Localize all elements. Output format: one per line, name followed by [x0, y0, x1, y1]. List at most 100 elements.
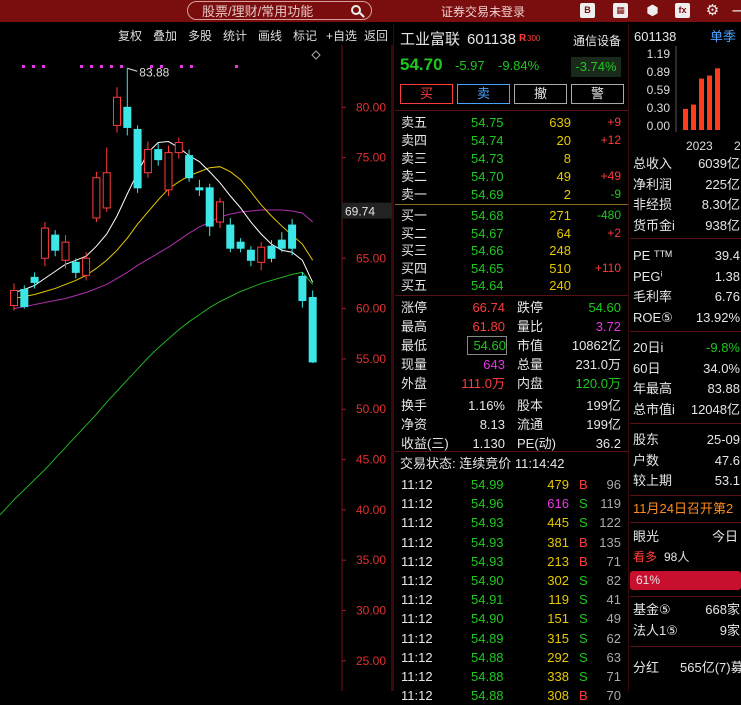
f10-label: 毛利率	[633, 289, 673, 304]
toolbar-mark[interactable]: 标记	[293, 27, 317, 44]
login-status[interactable]: 证券交易未登录	[441, 3, 525, 20]
toolbar-add-watch[interactable]: +自选	[326, 27, 357, 44]
formula-icon[interactable]: fx	[675, 3, 690, 18]
eps-bar	[715, 68, 720, 130]
cancel-order-button[interactable]: 撤	[514, 84, 567, 104]
candle[interactable]	[10, 289, 18, 307]
industry[interactable]: 通信设备	[573, 32, 621, 51]
tick-side: S	[579, 515, 588, 531]
candle[interactable]	[267, 245, 276, 259]
candle[interactable]	[30, 276, 39, 283]
tick-count: 41	[606, 592, 621, 608]
candle[interactable]	[20, 288, 29, 308]
grid-icon[interactable]: ▦	[613, 3, 628, 18]
gear-icon[interactable]: ⚙	[705, 3, 720, 18]
candle[interactable]	[205, 187, 214, 227]
candle[interactable]	[298, 275, 307, 302]
tick-count: 119	[600, 496, 621, 512]
candle[interactable]	[143, 149, 152, 174]
candle[interactable]	[113, 96, 121, 126]
ask-label: 卖四	[401, 133, 428, 148]
eps-year-2: 2	[734, 139, 741, 153]
tick-volume: 119	[548, 592, 569, 608]
candle[interactable]	[195, 187, 204, 191]
alert-button[interactable]: 警	[571, 84, 624, 104]
current-price-label: 69.74	[345, 205, 375, 219]
candle[interactable]	[308, 297, 317, 363]
tick-price: 54.88	[471, 688, 504, 704]
candle[interactable]	[174, 142, 183, 154]
tick-count: 71	[606, 553, 621, 569]
tick-count: 96	[606, 477, 621, 492]
candle[interactable]	[71, 261, 80, 273]
f10-value: 8.30亿	[701, 197, 740, 212]
toolbar-back[interactable]: 返回	[364, 27, 388, 44]
f10-label: 股东	[633, 432, 660, 447]
trade-icon[interactable]: B	[580, 3, 595, 18]
candle[interactable]	[154, 149, 163, 161]
search-box[interactable]: 股票/理财/常用功能	[187, 1, 372, 20]
tick-count: 49	[606, 611, 621, 627]
candle[interactable]	[51, 234, 60, 251]
f10-value: 53.1	[714, 473, 740, 488]
candle[interactable]	[277, 239, 286, 249]
toolbar-draw[interactable]: 画线	[258, 27, 282, 44]
cube-icon[interactable]: ⬢	[645, 3, 660, 18]
bull-label: 看多	[633, 550, 658, 564]
tick-time: 11:12	[401, 592, 433, 608]
notice-banner[interactable]: 11月24日召开第2	[633, 499, 733, 518]
tick-price: 54.90	[471, 611, 504, 627]
candle[interactable]	[257, 246, 266, 263]
minimize-icon[interactable]: —	[731, 3, 741, 18]
candle[interactable]	[61, 241, 70, 261]
tick-price: 54.89	[471, 630, 504, 646]
bid-label: 买四	[401, 260, 428, 276]
candle[interactable]	[92, 177, 101, 219]
tick-price: 54.93	[471, 534, 504, 550]
stat-value: 643	[483, 357, 505, 372]
search-icon[interactable]	[351, 5, 361, 15]
toolbar-stats[interactable]: 统计	[223, 27, 247, 44]
candle[interactable]	[216, 201, 224, 223]
f10-value: 34.0%	[703, 360, 740, 376]
tick-price: 54.88	[471, 649, 504, 665]
candle[interactable]	[246, 249, 255, 261]
bid-label: 买三	[401, 243, 428, 259]
candle[interactable]	[288, 224, 297, 249]
candle[interactable]	[102, 172, 111, 209]
signal-dot	[190, 65, 193, 68]
stat-label: 换手	[401, 398, 428, 413]
candle[interactable]	[236, 241, 245, 249]
stat-label: 涨停	[401, 300, 428, 315]
candle[interactable]	[82, 257, 91, 276]
ask-price: 54.74	[471, 133, 504, 148]
ask-volume: 2	[563, 187, 571, 202]
candle[interactable]	[123, 106, 132, 128]
tab-quarterly[interactable]: 单季	[710, 27, 736, 46]
candle[interactable]	[133, 128, 142, 189]
bid-volume: 248	[549, 243, 571, 259]
toolbar-multi[interactable]: 多股	[188, 27, 212, 44]
candle[interactable]	[226, 224, 235, 249]
signal-dot	[120, 65, 123, 68]
tick-count: 63	[606, 649, 621, 665]
dividend-label: 分红	[633, 660, 660, 675]
tick-count: 122	[599, 515, 621, 531]
buy-button[interactable]: 买	[400, 84, 453, 104]
eps-bar	[707, 75, 712, 130]
candle[interactable]	[40, 227, 49, 259]
ask-volume: 639	[549, 115, 571, 130]
stat-value: 199亿	[586, 417, 621, 433]
candle[interactable]	[164, 152, 173, 191]
price-change: -5.97	[455, 58, 485, 73]
diamond-icon[interactable]	[311, 50, 321, 60]
tick-time: 11:12	[401, 611, 433, 627]
sell-button[interactable]: 卖	[457, 84, 510, 104]
tick-side: S	[579, 611, 588, 627]
f10-label: 总收入	[633, 156, 673, 171]
toolbar-overlay[interactable]: 叠加	[153, 27, 177, 44]
kline-chart[interactable]: 80.0075.0070.0065.0060.0055.0050.0045.00…	[0, 45, 393, 691]
candle[interactable]	[185, 155, 194, 179]
toolbar-fuquan[interactable]: 复权	[118, 27, 142, 44]
search-placeholder: 股票/理财/常用功能	[202, 4, 314, 19]
